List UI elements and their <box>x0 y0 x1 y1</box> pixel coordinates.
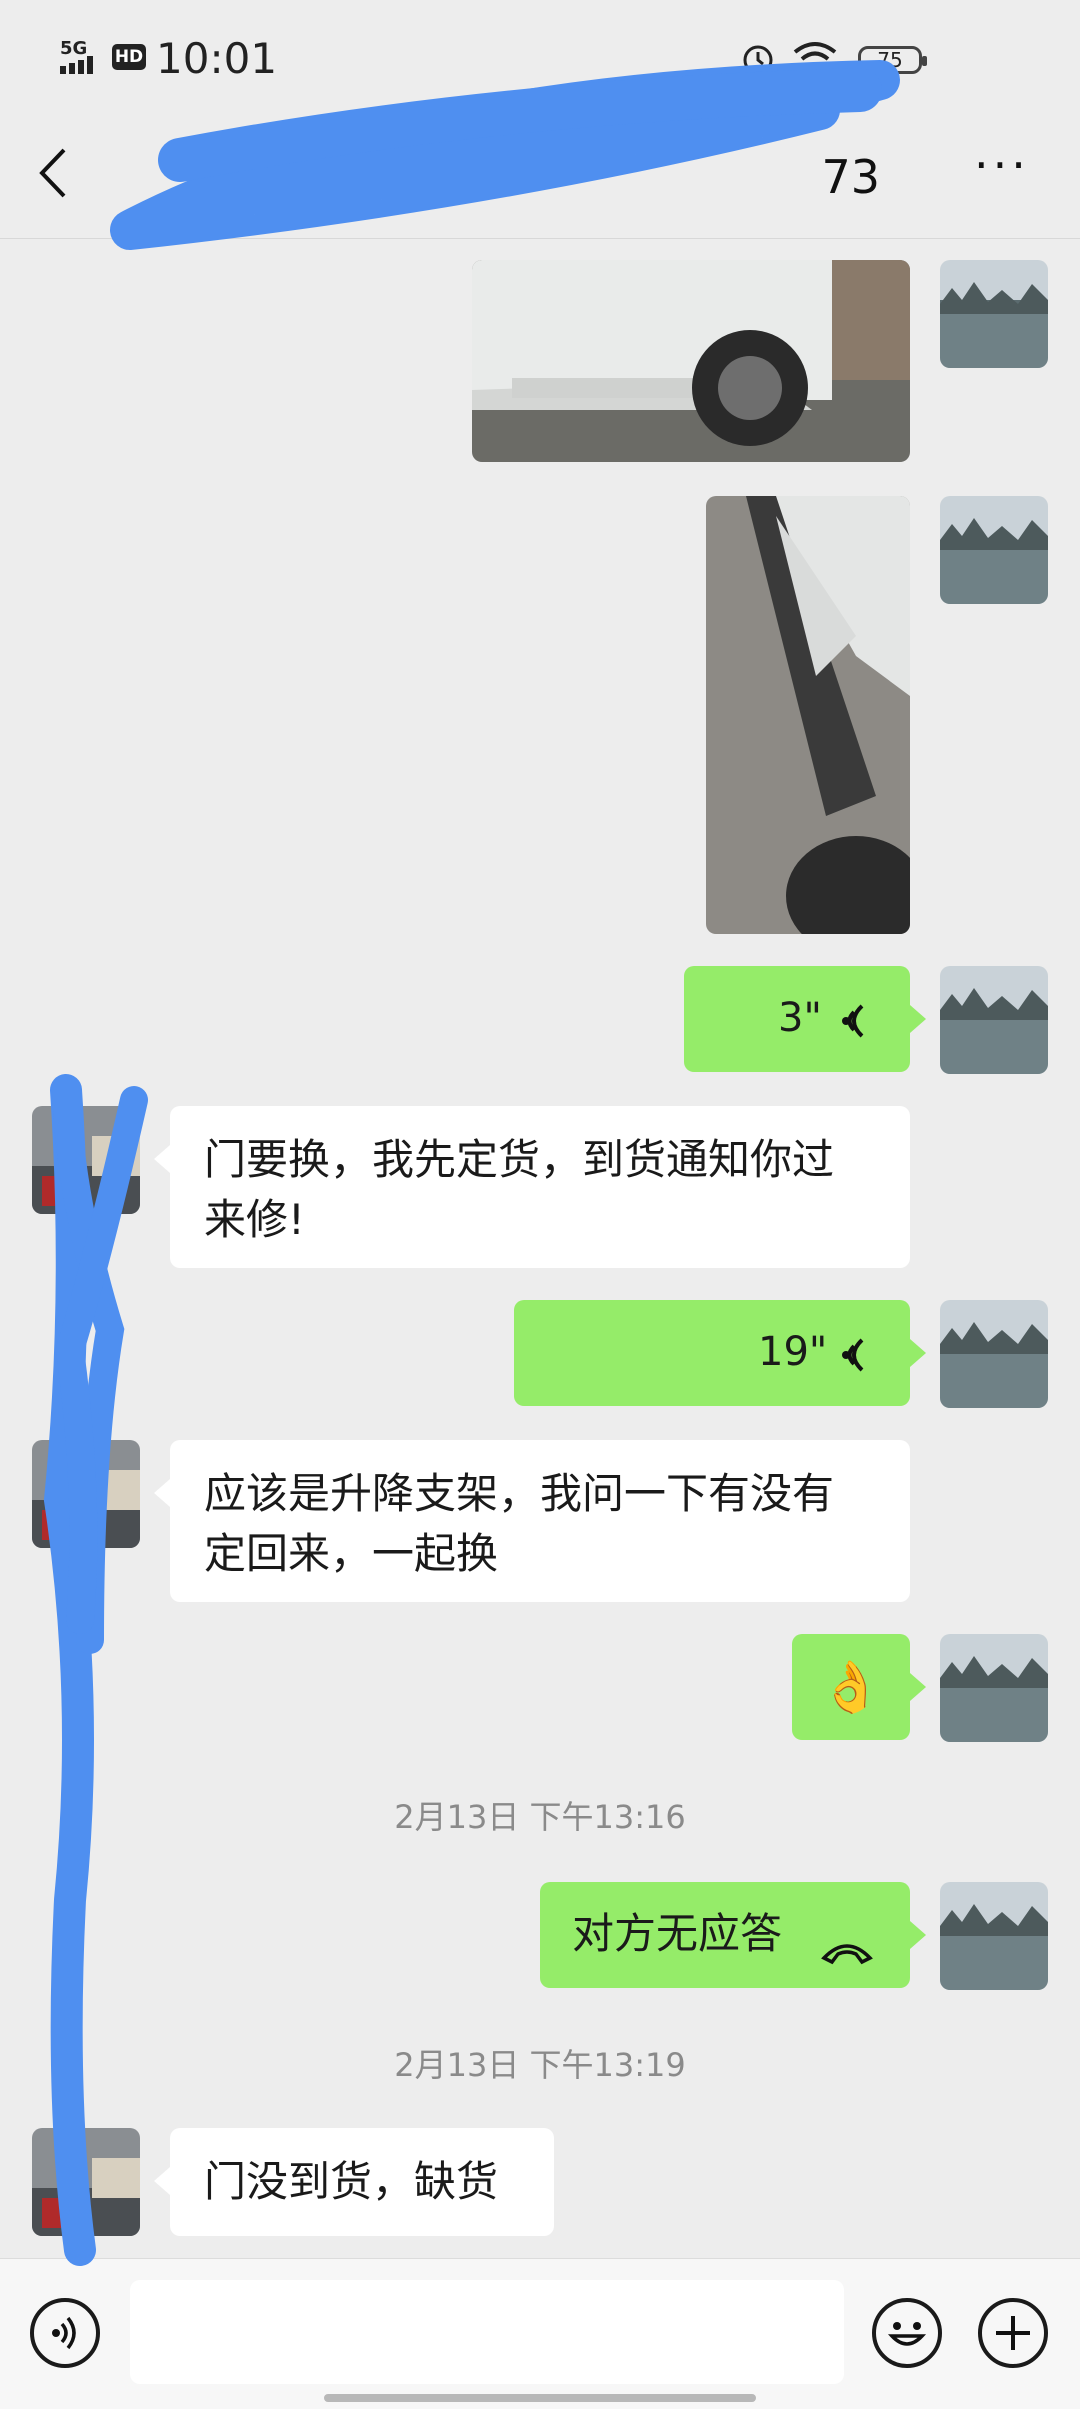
voice-duration: 3" <box>778 995 822 1041</box>
call-message[interactable]: 对方无应答 <box>540 1882 910 1988</box>
alarm-icon <box>740 40 776 80</box>
message-line: 门要换，我先定货，到货通知你过 <box>204 1135 835 1184</box>
battery-indicator: 75 <box>858 46 927 74</box>
emoji-message[interactable]: 👌 <box>792 1634 910 1740</box>
voice-duration: 19" <box>758 1329 828 1375</box>
message-line: 应该是升降支架，我问一下有没有 <box>204 1469 835 1518</box>
call-status-text: 对方无应答 <box>572 1909 783 1958</box>
my-avatar[interactable] <box>940 966 1048 1074</box>
voice-input-button[interactable] <box>30 2298 100 2368</box>
timestamp: 2月13日 下午13:16 <box>394 1798 686 1836</box>
hd-badge: HD <box>112 44 146 70</box>
message-input[interactable] <box>130 2280 844 2384</box>
my-avatar[interactable] <box>940 1882 1048 1990</box>
bubble-tail <box>910 1339 926 1367</box>
text-message[interactable]: 应该是升降支架，我问一下有没有 定回来，一起换 <box>170 1440 910 1602</box>
bubble-tail <box>910 1673 926 1701</box>
status-time: 10:01 <box>156 34 278 83</box>
home-indicator <box>324 2394 756 2402</box>
bubble-tail <box>154 2167 170 2195</box>
my-avatar[interactable] <box>940 1634 1048 1742</box>
my-avatar[interactable] <box>940 496 1048 604</box>
contact-avatar[interactable] <box>32 2128 140 2236</box>
voice-wave-icon <box>832 1332 868 1392</box>
phone-icon <box>820 1922 874 1982</box>
text-message[interactable]: 门没到货，缺货 <box>170 2128 554 2236</box>
timestamp: 2月13日 下午13:19 <box>394 2046 686 2084</box>
message-line: 门没到货，缺货 <box>204 2157 499 2206</box>
text-message[interactable]: 门要换，我先定货，到货通知你过 来修! <box>170 1106 910 1268</box>
emoji-button[interactable] <box>872 2298 942 2368</box>
photo-message-car-door[interactable] <box>472 260 910 462</box>
chat-title: 73 <box>821 150 880 204</box>
my-avatar[interactable] <box>940 1300 1048 1408</box>
message-line: 来修! <box>204 1195 305 1244</box>
my-avatar[interactable] <box>940 260 1048 368</box>
signal-icon <box>60 56 102 74</box>
add-button[interactable] <box>978 2298 1048 2368</box>
bubble-tail <box>910 1005 926 1033</box>
back-icon[interactable] <box>36 146 70 204</box>
wifi-icon <box>792 40 838 78</box>
message-line: 定回来，一起换 <box>204 1529 499 1578</box>
bubble-tail <box>154 1479 170 1507</box>
contact-avatar[interactable] <box>32 1440 140 1548</box>
photo-message-car-side[interactable] <box>706 496 910 934</box>
voice-message[interactable]: 3" <box>684 966 910 1072</box>
bubble-tail <box>910 1921 926 1949</box>
voice-message[interactable]: 19" <box>514 1300 910 1406</box>
bubble-tail <box>154 1145 170 1173</box>
voice-wave-icon <box>832 998 868 1058</box>
more-icon[interactable]: ··· <box>974 142 1034 200</box>
contact-avatar[interactable] <box>32 1106 140 1214</box>
